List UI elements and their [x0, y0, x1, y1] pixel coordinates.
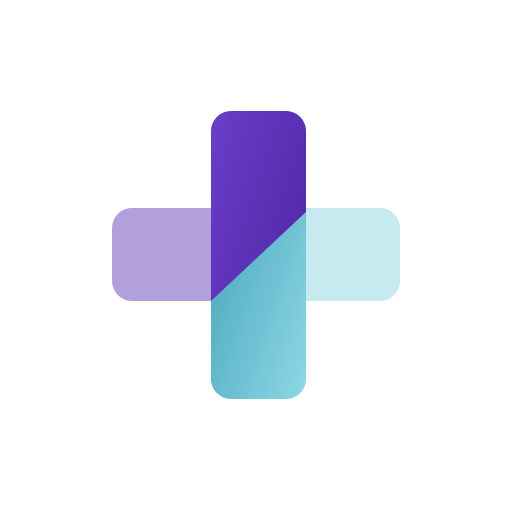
app-icon-canvas [0, 0, 512, 512]
medical-cross-icon [112, 111, 400, 399]
